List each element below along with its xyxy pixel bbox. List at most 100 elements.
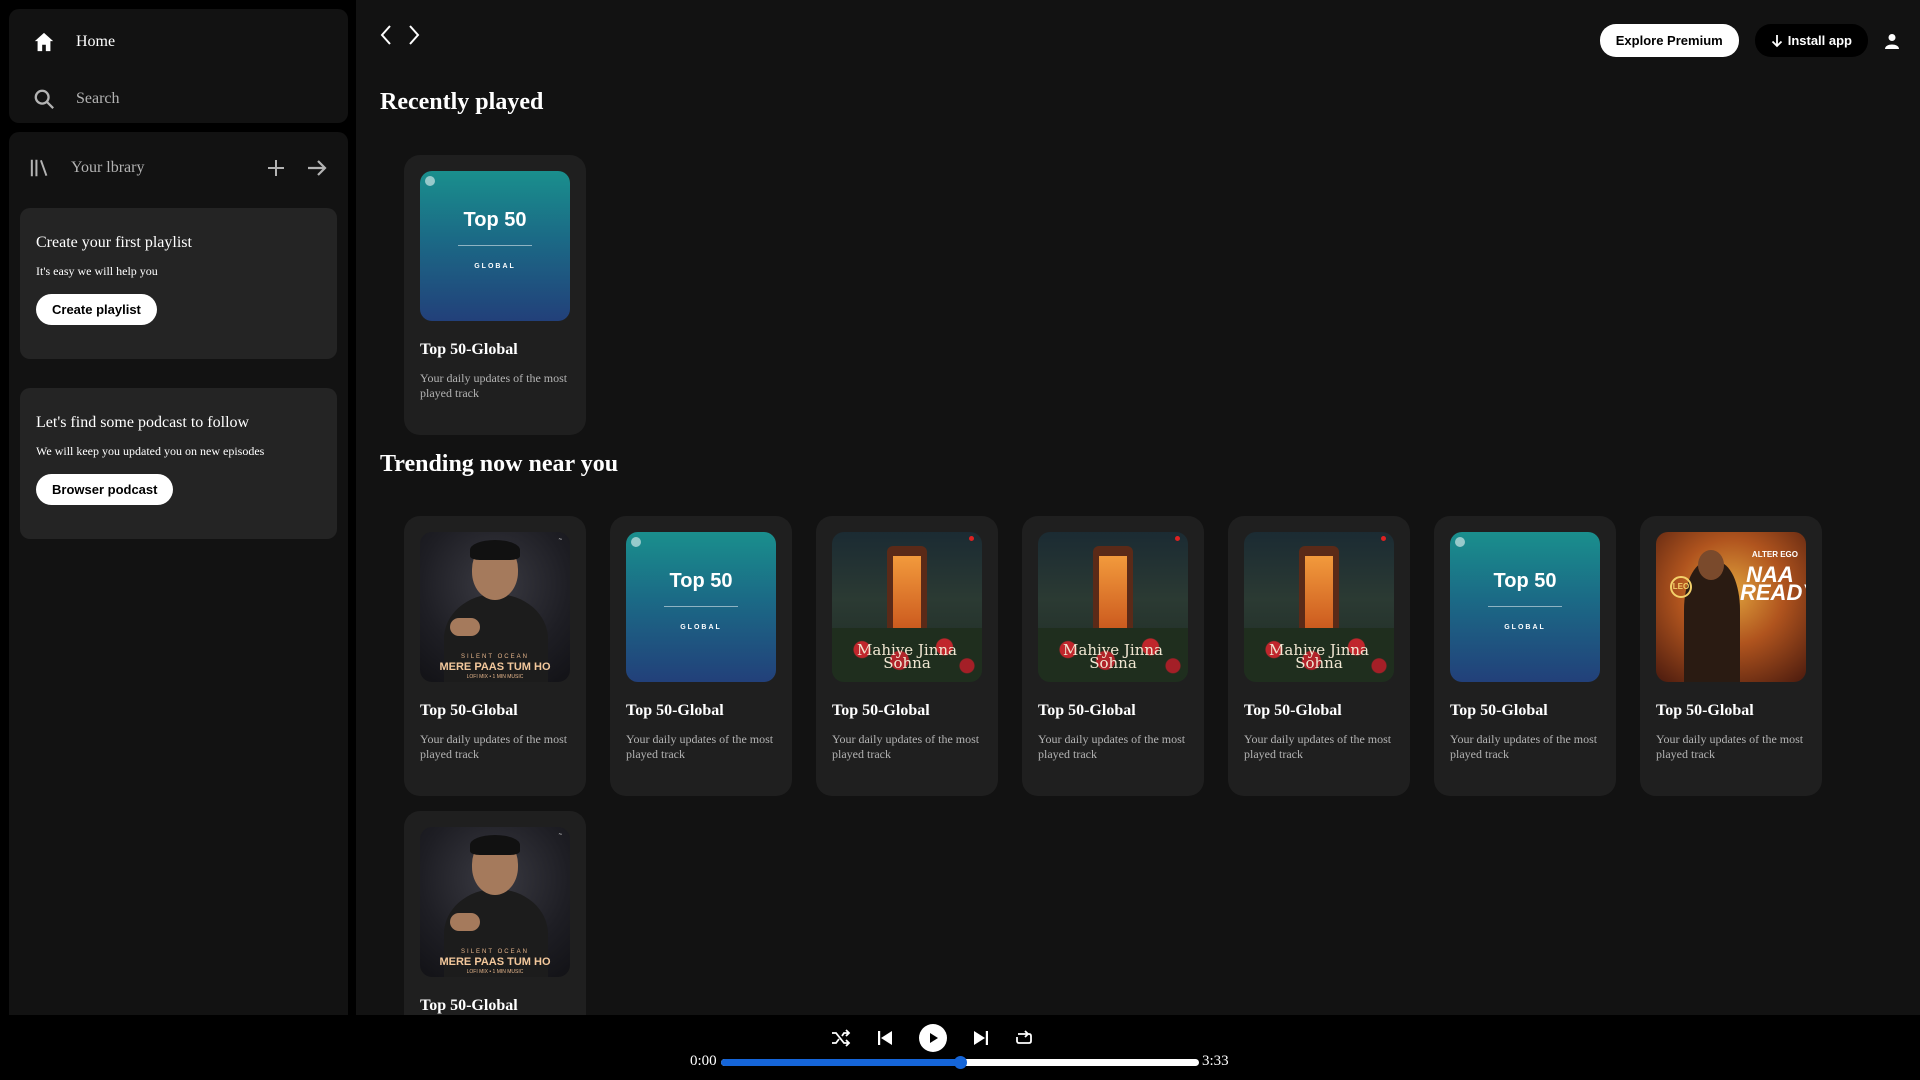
card-subtitle: Your daily updates of the most played tr…	[832, 732, 980, 761]
playlist-card[interactable]: Top 50 GLOBAL Top 50-Global Your daily upda…	[1434, 516, 1616, 796]
artwork-title: MERE PAAS TUM HO	[439, 661, 551, 673]
artwork-artist: SILENT OCEAN	[461, 654, 529, 660]
artwork-title: Top 50	[463, 209, 527, 231]
chevron-right-icon[interactable]	[406, 24, 422, 46]
artwork-title: MERE PAAS TUM HO	[439, 956, 551, 968]
artwork-booth-light	[893, 556, 921, 636]
artwork-divider	[458, 245, 532, 246]
sidebar-nav: Home Search	[9, 9, 348, 123]
card-title: Top 50-Global	[1244, 702, 1342, 719]
player-bar: 0:00 3:33	[0, 1015, 1920, 1080]
nav-search[interactable]: Search	[33, 88, 120, 110]
explore-premium-button[interactable]: Explore Premium	[1599, 24, 1739, 57]
card-title: Top 50-Global	[420, 341, 518, 358]
card-title: Top 50-Global	[1656, 702, 1754, 719]
create-playlist-subtitle: It's easy we will help you	[36, 264, 158, 278]
artwork-booth-light	[1305, 556, 1333, 636]
top50-artwork: Top 50 GLOBAL	[420, 171, 570, 321]
artwork-subtitle: GLOBAL	[474, 263, 516, 270]
card-subtitle: Your daily updates of the most played tr…	[626, 732, 774, 761]
skip-forward-icon[interactable]	[972, 1029, 990, 1047]
total-time: 3:33	[1202, 1053, 1229, 1069]
chevron-left-icon[interactable]	[378, 24, 394, 46]
artwork-figure	[1684, 562, 1740, 682]
library-label[interactable]: Your lbrary	[71, 159, 144, 177]
artwork-booth-light	[1099, 556, 1127, 636]
top50-artwork: Top 50 GLOBAL	[626, 532, 776, 682]
playlist-card[interactable]: Top 50 GLOBAL Top 50-Global Your daily upda…	[610, 516, 792, 796]
browse-podcast-button[interactable]: Browser podcast	[36, 474, 174, 505]
card-subtitle: Your daily updates of the most played tr…	[1656, 732, 1804, 761]
artwork-badge: LEO	[1670, 576, 1692, 598]
history-nav	[378, 24, 422, 46]
artwork-title: Mahiye Jinna Sohna	[1269, 641, 1369, 672]
artwork-hair	[470, 540, 520, 560]
playlist-card[interactable]: Top 50 GLOBAL Top 50-Global Your daily upda…	[404, 155, 586, 435]
artwork-divider	[664, 606, 738, 607]
spotify-icon	[425, 176, 435, 186]
play-icon	[930, 1033, 938, 1043]
artwork-badge	[969, 536, 974, 541]
card-subtitle: Your daily updates of the most played tr…	[1450, 732, 1598, 761]
artwork-title: Mahiye Jinna Sohna	[1063, 641, 1163, 672]
progress-fill	[721, 1059, 960, 1066]
nav-search-label: Search	[76, 90, 120, 107]
playlist-card[interactable]: LEO ALTER EGO NAA READY Top 50-Global Your d…	[1640, 516, 1822, 796]
main-content: Explore Premium Install app Recently pla…	[356, 0, 1920, 1015]
playlist-card[interactable]: ~ SILENT OCEAN MERE PAAS TUM HO LOFI MIX • …	[404, 811, 586, 1015]
card-title: Top 50-Global	[420, 997, 518, 1014]
artwork-badge	[1175, 536, 1180, 541]
skip-back-icon[interactable]	[876, 1029, 894, 1047]
podcast-subtitle: We will keep you updated you on new epis…	[36, 444, 265, 458]
artwork-title: Top 50	[1493, 570, 1557, 592]
playlist-card[interactable]: Mahiye Jinna Sohna Top 50-Global Your dail…	[1228, 516, 1410, 796]
repeat-icon[interactable]	[1015, 1029, 1033, 1047]
spotify-icon	[631, 537, 641, 547]
create-playlist-button[interactable]: Create playlist	[36, 294, 157, 325]
arrow-right-icon[interactable]	[306, 158, 328, 178]
install-app-button[interactable]: Install app	[1754, 24, 1868, 57]
library-header: Your lbrary	[29, 152, 328, 184]
mahiye-jinna-sohna-artwork: Mahiye Jinna Sohna	[1038, 532, 1188, 682]
artwork-hand	[450, 913, 480, 931]
artwork-title: Top 50	[669, 570, 733, 592]
artwork-subtitle: GLOBAL	[1504, 624, 1546, 631]
current-time: 0:00	[690, 1053, 717, 1069]
card-title: Top 50-Global	[626, 702, 724, 719]
create-playlist-card: Create your first playlist It's easy we …	[20, 208, 337, 359]
artwork-artist: SILENT OCEAN	[461, 949, 529, 955]
card-subtitle: Your daily updates of the most played tr…	[1244, 732, 1392, 761]
progress-handle[interactable]	[954, 1056, 967, 1069]
artwork-subtitle: LOFI MIX • 1 MIN MUSIC	[466, 969, 524, 975]
podcast-card: Let's find some podcast to follow We wil…	[20, 388, 337, 539]
playlist-card[interactable]: ~ SILENT OCEAN MERE PAAS TUM HO LOFI MIX • …	[404, 516, 586, 796]
trending-title: Trending now near you	[380, 451, 619, 477]
library-icon[interactable]	[29, 157, 51, 179]
artwork-subtitle: LOFI MIX • 1 MIN MUSIC	[466, 674, 524, 680]
playback-controls	[831, 1024, 1033, 1052]
header-actions: Explore Premium Install app	[1599, 24, 1900, 57]
artwork-title: Mahiye Jinna Sohna	[857, 641, 957, 672]
podcast-title: Let's find some podcast to follow	[36, 414, 250, 431]
top50-artwork: Top 50 GLOBAL	[1450, 532, 1600, 682]
home-icon	[33, 31, 55, 53]
download-icon	[1771, 34, 1783, 48]
artwork-logo: ~	[558, 537, 562, 543]
shuffle-icon[interactable]	[831, 1029, 851, 1047]
mahiye-jinna-sohna-artwork: Mahiye Jinna Sohna	[832, 532, 982, 682]
user-icon[interactable]	[1884, 33, 1900, 49]
artwork-divider	[1488, 606, 1562, 607]
play-button[interactable]	[919, 1024, 947, 1052]
progress-bar[interactable]	[721, 1056, 1199, 1069]
card-subtitle: Your daily updates of the most played tr…	[420, 371, 568, 400]
mere-paas-tum-ho-artwork: ~ SILENT OCEAN MERE PAAS TUM HO LOFI MIX • …	[420, 827, 570, 977]
search-icon	[33, 88, 55, 110]
nav-home[interactable]: Home	[33, 31, 115, 53]
naa-ready-artwork: LEO ALTER EGO NAA READY	[1656, 532, 1806, 682]
card-title: Top 50-Global	[1450, 702, 1548, 719]
card-title: Top 50-Global	[420, 702, 518, 719]
plus-icon[interactable]	[266, 158, 286, 178]
playlist-card[interactable]: Mahiye Jinna Sohna Top 50-Global Your dail…	[816, 516, 998, 796]
playlist-card[interactable]: Mahiye Jinna Sohna Top 50-Global Your dail…	[1022, 516, 1204, 796]
create-playlist-title: Create your first playlist	[36, 234, 192, 251]
